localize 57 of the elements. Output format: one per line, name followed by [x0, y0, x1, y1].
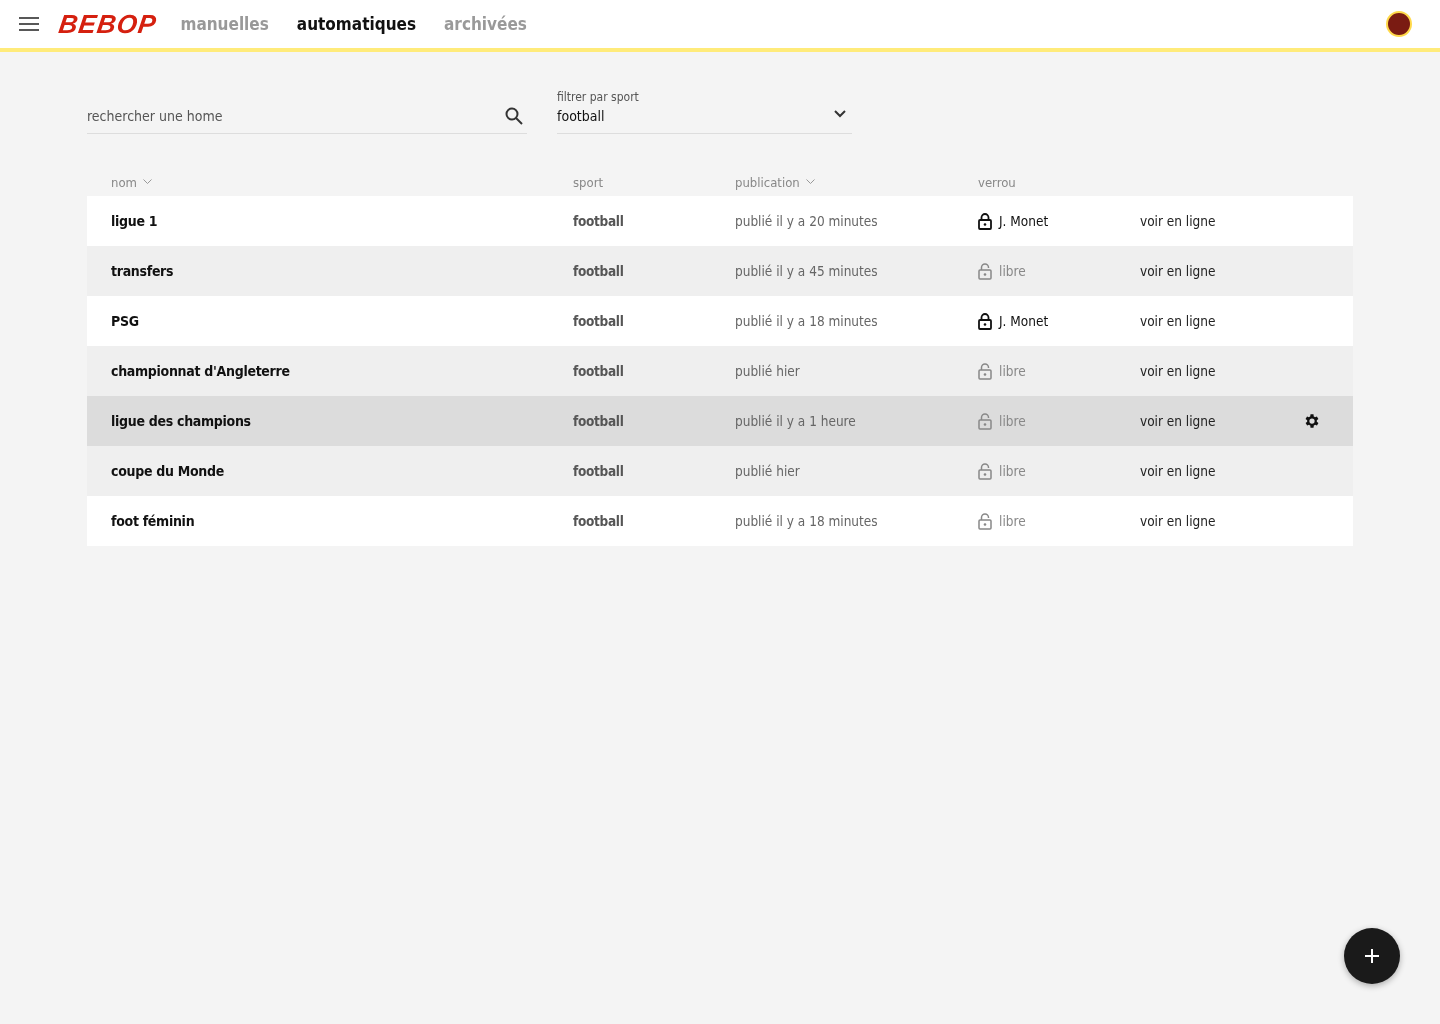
- sport-cell-text: football: [573, 263, 625, 279]
- publication-cell-text: publié hier: [735, 363, 801, 379]
- home-name: PSG: [111, 313, 140, 329]
- menu-icon[interactable]: [19, 17, 39, 31]
- home-name: foot féminin: [111, 513, 196, 529]
- table-row[interactable]: PSG football publié il y a 18 minutes J. Monet voir en ligne: [87, 296, 1353, 346]
- lock-owner: libre: [999, 513, 1026, 529]
- publication-cell-text: publié il y a 1 heure: [735, 413, 857, 429]
- lock-owner: libre: [999, 263, 1026, 279]
- sport-cell-text: football: [573, 313, 625, 329]
- sport-cell-text: football: [573, 463, 625, 479]
- view-online-link[interactable]: voir en ligne: [1140, 463, 1216, 479]
- lock-owner: J. Monet: [999, 313, 1049, 329]
- home-name: championnat d'Angleterre: [111, 363, 291, 379]
- column-header: sport: [573, 174, 604, 190]
- view-online-link[interactable]: voir en ligne: [1140, 313, 1216, 329]
- column-header: verrou: [978, 174, 1016, 190]
- view-online-link[interactable]: voir en ligne: [1140, 213, 1216, 229]
- search-field[interactable]: rechercher une home: [87, 98, 527, 134]
- table-row[interactable]: ligue 1 football publié il y a 20 minutes J. Monet voir en ligne: [87, 196, 1353, 246]
- lock-owner: libre: [999, 463, 1026, 479]
- lock-owner: J. Monet: [999, 213, 1049, 229]
- view-online-link[interactable]: voir en ligne: [1140, 413, 1216, 429]
- search-icon[interactable]: [505, 107, 523, 125]
- view-online-link[interactable]: voir en ligne: [1140, 263, 1216, 279]
- table-row[interactable]: coupe du Monde football publié hier libre voir en ligne: [87, 446, 1353, 496]
- table-row[interactable]: foot féminin football publié il y a 18 minutes libre voir en ligne: [87, 496, 1353, 546]
- sport-filter-dropdown[interactable]: filtrer par sport football: [557, 90, 852, 134]
- sort-chevron-icon[interactable]: [805, 179, 815, 185]
- home-name: transfers: [111, 263, 175, 279]
- publication-cell-text: publié il y a 20 minutes: [735, 213, 879, 229]
- home-name: ligue des champions: [111, 413, 252, 429]
- settings-icon[interactable]: [1303, 412, 1321, 430]
- plus-icon: [1364, 948, 1380, 964]
- sport-cell-text: football: [573, 413, 625, 429]
- lock-owner: libre: [999, 413, 1026, 429]
- sort-chevron-icon[interactable]: [142, 179, 152, 185]
- publication-cell-text: publié il y a 45 minutes: [735, 263, 879, 279]
- logo[interactable]: BEBOP: [56, 8, 159, 40]
- table-row[interactable]: ligue des champions football publié il y a 1 heure libre voir en ligne: [87, 396, 1353, 446]
- view-online-link[interactable]: voir en ligne: [1140, 513, 1216, 529]
- publication-cell-text: publié il y a 18 minutes: [735, 513, 879, 529]
- publication-cell-text: publié hier: [735, 463, 801, 479]
- chevron-down-icon: [834, 110, 846, 118]
- table-row[interactable]: transfers football publié il y a 45 minutes libre voir en ligne: [87, 246, 1353, 296]
- sport-cell-text: football: [573, 513, 625, 529]
- add-button[interactable]: [1344, 928, 1400, 984]
- lock-owner: libre: [999, 363, 1026, 379]
- publication-cell-text: publié il y a 18 minutes: [735, 313, 879, 329]
- sport-cell-text: football: [573, 363, 625, 379]
- sport-cell-text: football: [573, 213, 625, 229]
- avatar[interactable]: [1386, 11, 1412, 37]
- table-row[interactable]: championnat d'Angleterre football publié hier libre voir en ligne: [87, 346, 1353, 396]
- home-name: ligue 1: [111, 213, 159, 229]
- view-online-link[interactable]: voir en ligne: [1140, 363, 1216, 379]
- home-name: coupe du Monde: [111, 463, 225, 479]
- nav-tab[interactable]: automatiques: [296, 14, 416, 34]
